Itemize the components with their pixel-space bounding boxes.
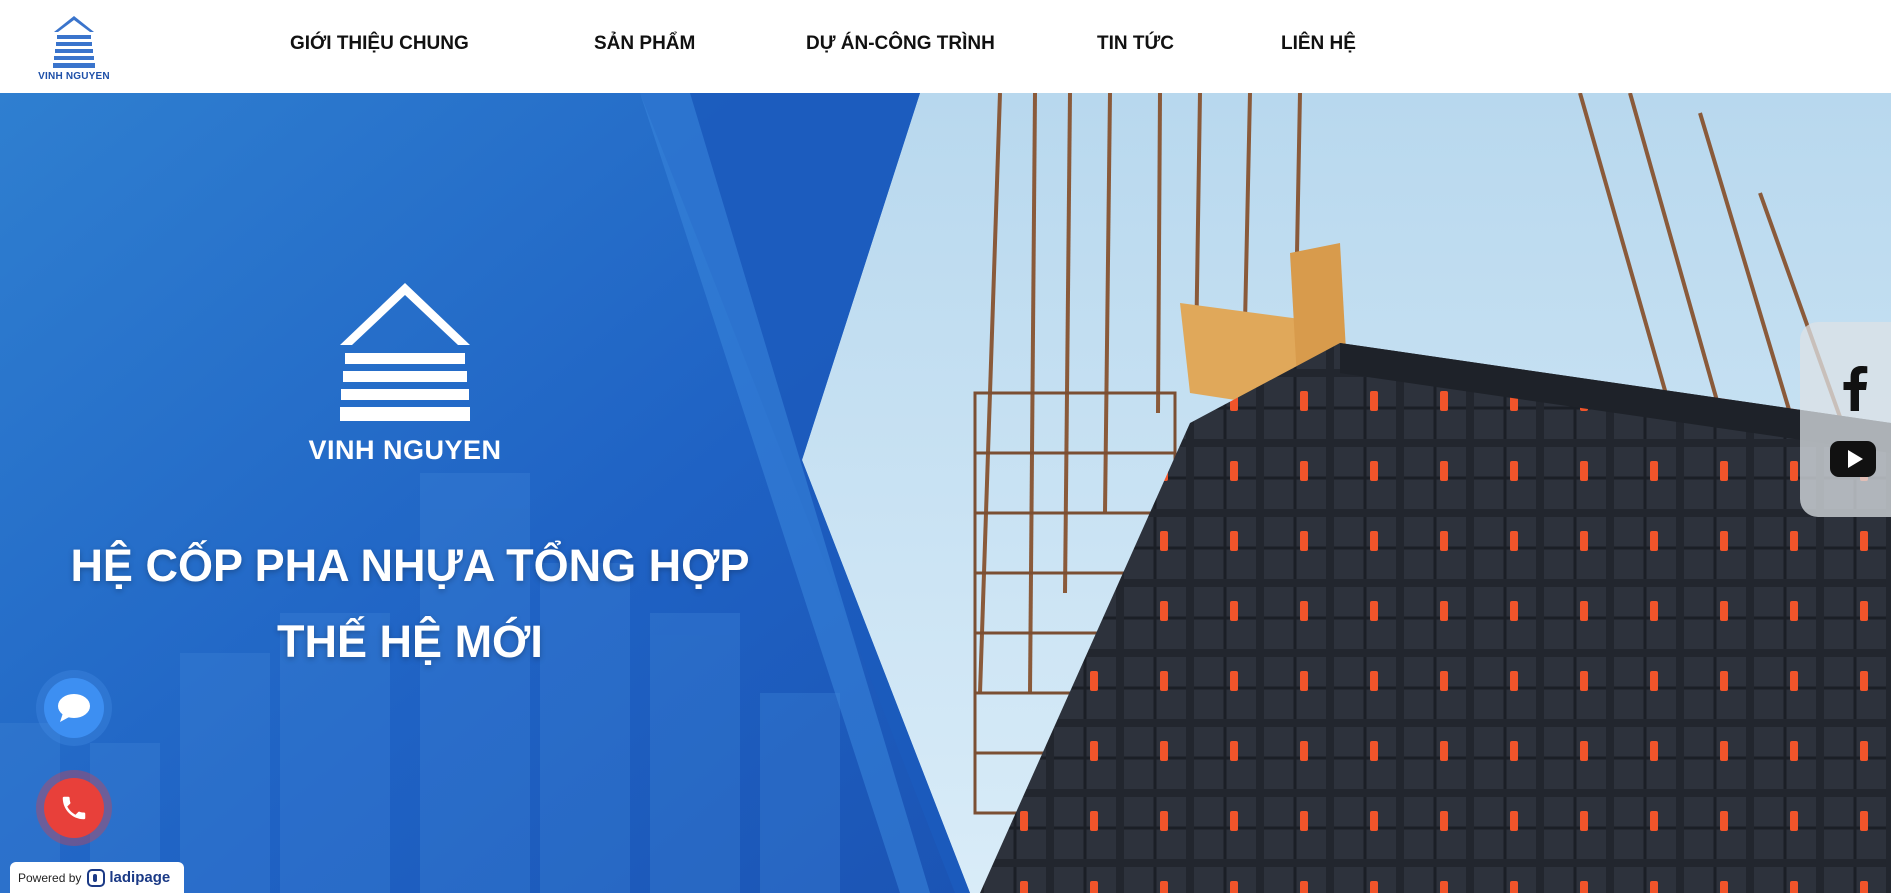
blue-overlay: [0, 93, 970, 893]
powered-by-badge[interactable]: Powered by ladipage: [10, 862, 184, 893]
site-logo[interactable]: VINH NGUYEN: [36, 16, 112, 84]
powered-prefix: Powered by: [18, 870, 82, 885]
hero-banner: VINH NGUYEN HỆ CỐP PHA NHỰA TỔNG HỢP THẾ…: [0, 93, 1891, 893]
ladipage-icon: [87, 868, 106, 887]
youtube-icon[interactable]: [1830, 440, 1876, 478]
nav-san-pham[interactable]: SẢN PHẨM: [594, 33, 695, 55]
chat-button[interactable]: [36, 670, 112, 746]
nav-tin-tuc[interactable]: TIN TỨC: [1097, 33, 1174, 55]
nav-gioi-thieu-chung[interactable]: GIỚI THIỆU CHUNG: [290, 33, 469, 55]
nav-lien-he[interactable]: LIÊN HỆ: [1281, 33, 1356, 55]
building-logo-icon: [53, 16, 95, 68]
nav-du-an-cong-trinh[interactable]: DỰ ÁN-CÔNG TRÌNH: [806, 33, 995, 55]
hero-brand: VINH NGUYEN: [308, 435, 502, 465]
powered-brand: ladipage: [109, 869, 171, 886]
call-button[interactable]: [36, 770, 112, 846]
chat-button-inner: [44, 678, 104, 738]
building-logo-icon: [340, 283, 470, 421]
social-panel: [1800, 322, 1891, 517]
site-header: VINH NGUYEN GIỚI THIỆU CHUNG SẢN PHẨM DỰ…: [0, 0, 1891, 93]
facebook-icon[interactable]: [1838, 365, 1870, 411]
headline-line-1: HỆ CỐP PHA NHỰA TỔNG HỢP: [70, 540, 750, 591]
chat-icon: [58, 694, 90, 722]
hero-logo: VINH NGUYEN: [300, 283, 510, 473]
headline-line-2: THẾ HỆ MỚI: [277, 616, 543, 667]
call-button-inner: [44, 778, 104, 838]
logo-text: VINH NGUYEN: [38, 71, 110, 82]
phone-icon: [62, 796, 86, 820]
hero-headline: HỆ CỐP PHA NHỰA TỔNG HỢP THẾ HỆ MỚI: [60, 528, 760, 680]
